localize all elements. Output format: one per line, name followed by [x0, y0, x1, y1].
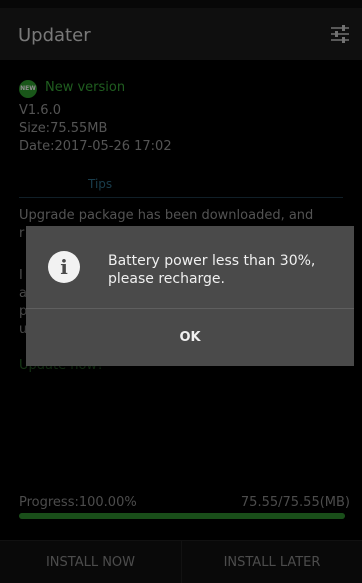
ok-button[interactable]: OK [26, 309, 354, 366]
dialog-message: Battery power less than 30%, please rech… [108, 253, 316, 287]
battery-warning-dialog: i Battery power less than 30%, please re… [26, 226, 354, 366]
info-icon: i [48, 251, 80, 283]
